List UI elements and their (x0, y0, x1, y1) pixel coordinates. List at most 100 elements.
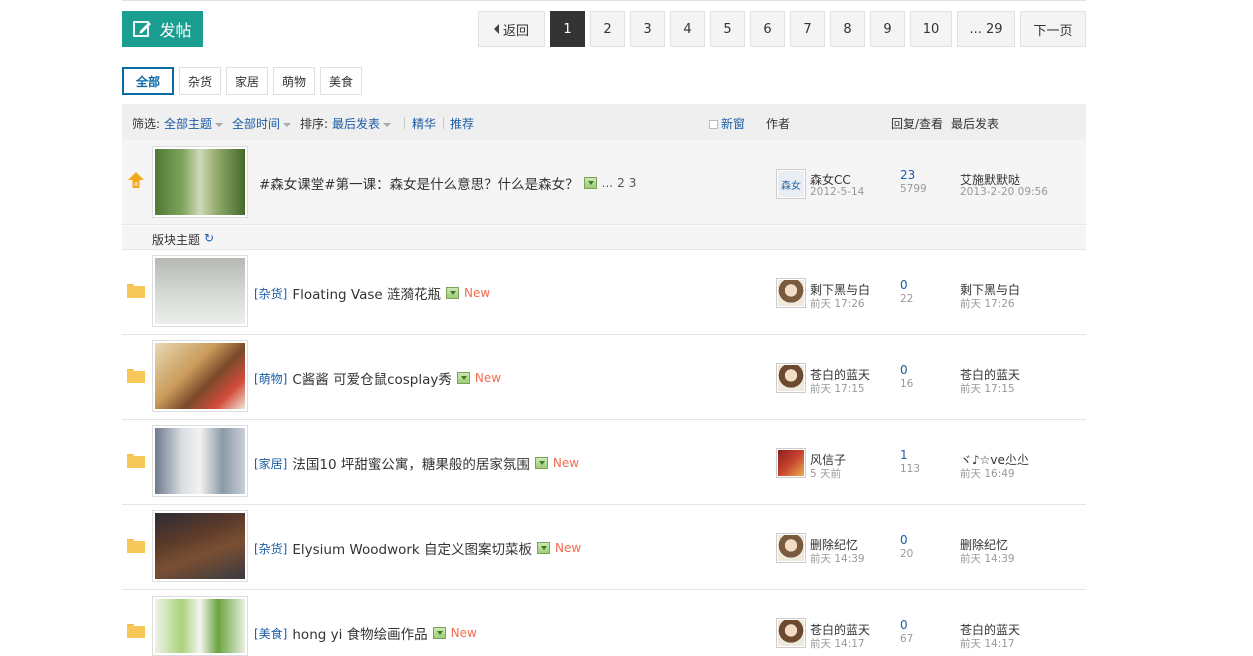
pager-page-8[interactable]: 8 (830, 11, 865, 47)
thread-title-line: [萌物] C酱酱 可爱仓鼠cosplay秀 New (254, 368, 501, 388)
pager-back-button[interactable]: 返回 (478, 11, 545, 47)
thread-title-link[interactable]: hong yi 食物绘画作品 (292, 623, 427, 643)
tab-mengwu[interactable]: 萌物 (273, 67, 315, 95)
thread-replies[interactable]: 0 (900, 618, 908, 632)
thread-category-link[interactable]: [美食] (254, 625, 287, 642)
thread-thumbnail[interactable] (152, 425, 248, 497)
sort-dropdown[interactable]: 最后发表 (332, 115, 392, 132)
thread-last-date[interactable]: 前天 14:17 (960, 636, 1015, 651)
thread-title-line: [美食] hong yi 食物绘画作品 New (254, 623, 477, 643)
thread-title-link[interactable]: Elysium Woodwork 自定义图案切菜板 (292, 538, 532, 558)
pager-page-9[interactable]: 9 (870, 11, 905, 47)
avatar[interactable] (776, 618, 806, 648)
sort-dropdown-label: 最后发表 (332, 117, 381, 131)
folder-icon (127, 454, 145, 468)
avatar[interactable] (776, 533, 806, 563)
pager-page-2[interactable]: 2 (590, 11, 625, 47)
thread-last-date[interactable]: 前天 17:26 (960, 296, 1015, 311)
thread-last-date[interactable]: 前天 17:15 (960, 381, 1015, 396)
sticky-thread-last-date[interactable]: 2013-2-20 09:56 (960, 186, 1048, 198)
pager-last-page[interactable]: ... 29 (957, 11, 1015, 47)
row-divider (122, 334, 1086, 335)
svg-text:a: a (134, 180, 138, 188)
new-badge: New (450, 626, 477, 640)
pager-page-10[interactable]: 10 (910, 11, 952, 47)
tab-all[interactable]: 全部 (122, 67, 174, 95)
top-divider (122, 0, 1086, 1)
folder-icon (127, 284, 145, 298)
thread-replies[interactable]: 0 (900, 278, 908, 292)
filter-topics-label: 全部主题 (164, 117, 213, 131)
tab-zahuo[interactable]: 杂货 (179, 67, 221, 95)
sticky-thread-thumbnail[interactable] (152, 146, 248, 218)
filter-time-label: 全部时间 (232, 117, 281, 131)
avatar[interactable] (776, 278, 806, 308)
filter-time-dropdown[interactable]: 全部时间 (232, 115, 292, 132)
sticky-thread-replies[interactable]: 23 (900, 168, 915, 182)
image-attachment-icon (534, 457, 548, 469)
thread-thumbnail[interactable] (152, 255, 248, 327)
thread-replies[interactable]: 0 (900, 533, 908, 547)
filter-label: 筛选: (132, 117, 161, 131)
pager-page-5[interactable]: 5 (710, 11, 745, 47)
refresh-icon[interactable]: ↻ (204, 231, 214, 245)
thread-thumbnail[interactable] (152, 340, 248, 412)
thread-title-link[interactable]: 法国10 坪甜蜜公寓，糖果般的居家氛围 (292, 453, 529, 473)
filter-topics-dropdown[interactable]: 全部主题 (164, 115, 224, 132)
thread-category-link[interactable]: [杂货] (254, 285, 287, 302)
thread-last-date[interactable]: 前天 16:49 (960, 466, 1015, 481)
chevron-left-icon (493, 24, 499, 34)
filter-bar: 筛选: 全部主题 全部时间 排序: 最后发表 精华 推荐 新窗 作者 回复/查看… (122, 104, 1086, 140)
pager-page-7[interactable]: 7 (790, 11, 825, 47)
pager-back-label: 返回 (502, 23, 529, 39)
thread-title-link[interactable]: Floating Vase 涟漪花瓶 (292, 283, 441, 303)
section-title: 版块主题 (152, 233, 201, 247)
tab-jiaju[interactable]: 家居 (226, 67, 268, 95)
sticky-thread-title-link[interactable]: #森女课堂#第一课：森女是什么意思？什么是森女？ (259, 173, 579, 193)
sticky-thread-title-line: #森女课堂#第一课：森女是什么意思？什么是森女？ ... 2 3 (259, 173, 636, 193)
thread-last-date[interactable]: 前天 14:39 (960, 551, 1015, 566)
folder-icon (127, 539, 145, 553)
pager-page-1[interactable]: 1 (550, 11, 585, 47)
sticky-thread-page-link[interactable]: 3 (629, 176, 637, 190)
new-badge: New (463, 286, 491, 300)
thread-category-link[interactable]: [萌物] (254, 370, 287, 387)
divider (443, 117, 444, 129)
tab-meishi[interactable]: 美食 (320, 67, 362, 95)
pager-page-3[interactable]: 3 (630, 11, 665, 47)
thread-category-link[interactable]: [家居] (254, 455, 287, 472)
thread-thumbnail[interactable] (152, 596, 248, 656)
thread-title-link[interactable]: C酱酱 可爱仓鼠cosplay秀 (292, 368, 452, 388)
pager-page-4[interactable]: 4 (670, 11, 705, 47)
thread-thumbnail[interactable] (152, 510, 248, 582)
filter-recommend-link[interactable]: 推荐 (450, 115, 474, 132)
avatar[interactable] (776, 363, 806, 393)
divider (404, 117, 405, 129)
new-window-toggle[interactable]: 新窗 (709, 115, 745, 132)
thread-author-date: 前天 14:17 (810, 638, 865, 650)
sticky-pin-icon: a (128, 172, 144, 188)
pager-page-6[interactable]: 6 (750, 11, 785, 47)
avatar[interactable]: 森女 (776, 169, 806, 199)
pages-ellipsis: ... (601, 176, 614, 190)
edit-icon (133, 21, 152, 37)
new-badge: New (474, 371, 502, 385)
image-attachment-icon (432, 627, 446, 639)
pager-next-button[interactable]: 下一页 (1020, 11, 1086, 47)
caret-down-icon (215, 122, 224, 127)
filter-digest-link[interactable]: 精华 (412, 115, 436, 132)
new-post-label: 发帖 (159, 21, 192, 40)
thread-replies[interactable]: 0 (900, 363, 908, 377)
avatar[interactable] (776, 448, 806, 478)
sticky-thread-author-date: 2012-5-14 (810, 186, 865, 198)
thread-category-link[interactable]: [杂货] (254, 540, 287, 557)
sticky-thread-page-link[interactable]: 2 (617, 176, 625, 190)
row-divider (122, 504, 1086, 505)
image-attachment-icon (583, 177, 597, 189)
thread-author-date: 前天 17:15 (810, 383, 865, 395)
new-post-button[interactable]: 发帖 (122, 11, 203, 47)
caret-down-icon (283, 122, 292, 127)
thread-replies[interactable]: 1 (900, 448, 908, 462)
thread-title-line: [家居] 法国10 坪甜蜜公寓，糖果般的居家氛围 New (254, 453, 579, 473)
thread-views: 67 (900, 633, 914, 645)
